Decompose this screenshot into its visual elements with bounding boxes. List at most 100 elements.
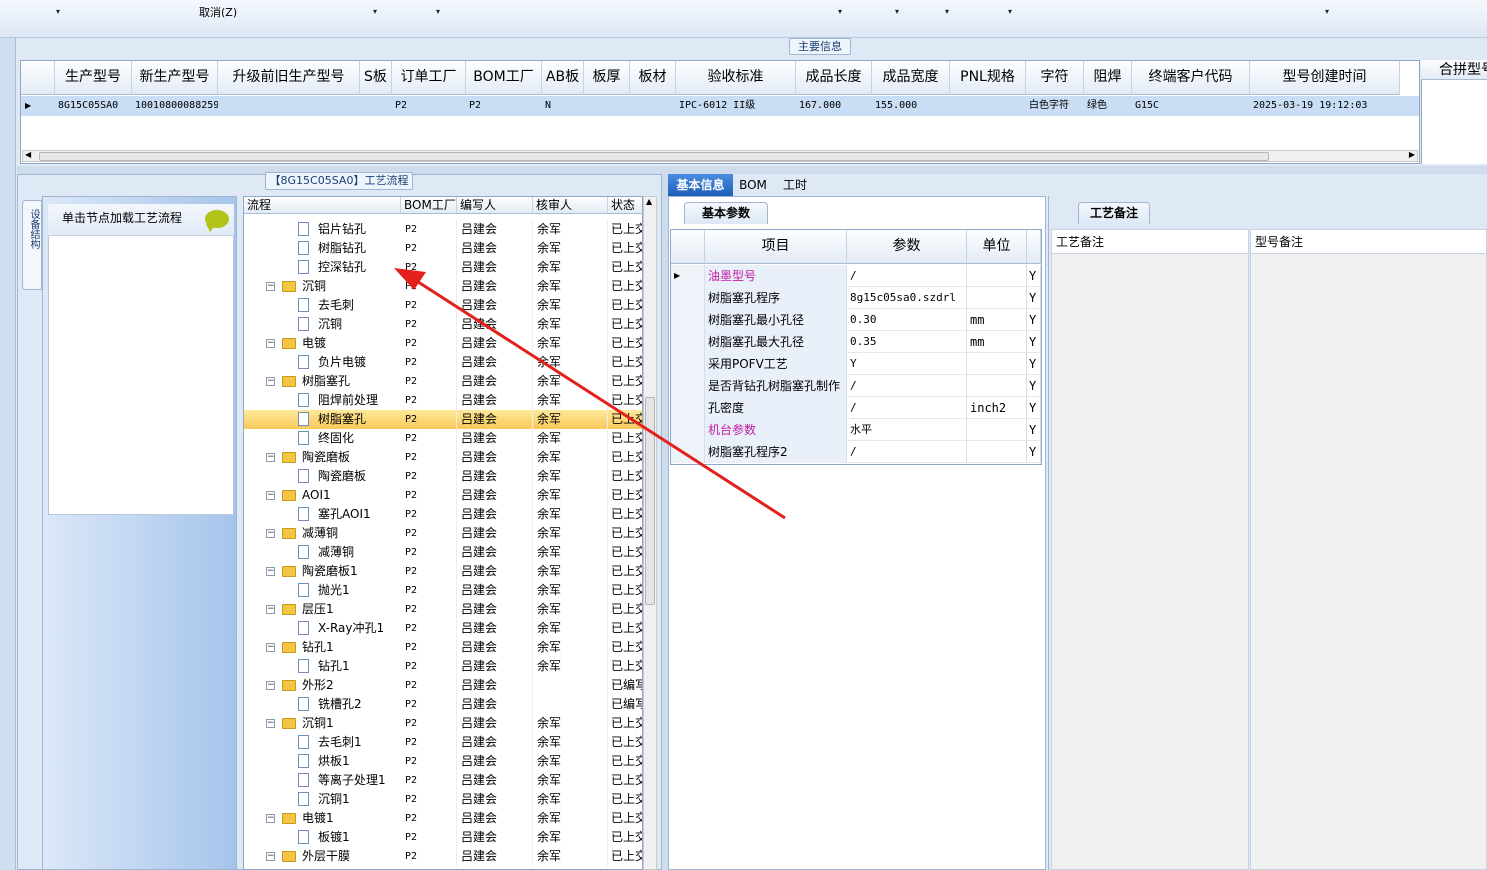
dropdown-arrow-icon[interactable]: ▾ [895,7,899,16]
cell-pnl-spec[interactable] [950,96,1026,116]
column-header-product-length[interactable]: 成品长度 [796,61,872,95]
dropdown-arrow-icon[interactable]: ▾ [436,7,440,16]
cell-acceptance-standard[interactable]: IPC-6012 II级 [676,96,796,116]
model-remarks-box[interactable]: 型号备注 [1250,229,1487,870]
cell-model-created-time[interactable]: 2025-03-19 19:12:03 [1250,96,1400,116]
tree-row[interactable]: 控深钻孔 P2吕建会余军已上交 [244,258,642,277]
tab-bom[interactable]: BOM [735,174,771,196]
param-row[interactable]: 采用POFV工艺 Y Y [671,353,1041,375]
dropdown-arrow-icon[interactable]: ▾ [1325,7,1329,16]
collapse-icon[interactable]: − [266,453,275,462]
collapse-icon[interactable]: − [266,605,275,614]
tree-row[interactable]: − 减薄铜 P2吕建会余军已上交 [244,524,642,543]
param-value[interactable]: 水平 [847,419,967,441]
tree-row[interactable]: 沉铜 P2吕建会余军已上交 [244,315,642,334]
column-header-model-created-time[interactable]: 型号创建时间 [1250,61,1400,95]
column-header-bom-factory[interactable]: BOM工厂 [401,197,457,214]
horizontal-splitter[interactable] [17,166,1487,174]
cell-product-width[interactable]: 155.000 [872,96,950,116]
column-header-flow[interactable]: 流程 [244,197,401,214]
tree-row[interactable]: − 外形2 P2吕建会 已编写 [244,676,642,695]
cell-ab-board[interactable]: N [542,96,584,116]
tree-row[interactable]: 树脂钻孔 P2吕建会余军已上交 [244,239,642,258]
tree-row[interactable]: − 层压1 P2吕建会余军已上交 [244,600,642,619]
tree-row[interactable]: 去毛刺1 P2吕建会余军已上交 [244,733,642,752]
cell-board-material[interactable] [630,96,676,116]
collapse-icon[interactable]: − [266,377,275,386]
cancel-button[interactable]: 取消(Z) [199,4,237,20]
param-row[interactable]: 树脂塞孔最小孔径 0.30 mm Y [671,309,1041,331]
column-header-bom-factory[interactable]: BOM工厂 [466,61,542,95]
tree-row[interactable]: − AOI1 P2吕建会余军已上交 [244,486,642,505]
tree-row[interactable]: − 钻孔1 P2吕建会余军已上交 [244,638,642,657]
column-header-solder-mask[interactable]: 阻焊 [1084,61,1132,95]
collapse-icon[interactable]: − [266,339,275,348]
tree-row[interactable]: 铣槽孔2 P2吕建会 已编写 [244,695,642,714]
dropdown-arrow-icon[interactable]: ▾ [373,7,377,16]
param-row[interactable]: 树脂塞孔程序 8g15c05sa0.szdrl Y [671,287,1041,309]
process-remarks-box[interactable]: 工艺备注 [1051,229,1249,870]
tree-row[interactable]: 烘板1 P2吕建会余军已上交 [244,752,642,771]
param-row[interactable]: 树脂塞孔最大孔径 0.35 mm Y [671,331,1041,353]
column-header-production-model[interactable]: 生产型号 [55,61,132,95]
tree-row[interactable]: 铝片钻孔 P2吕建会余军已上交 [244,220,642,239]
tree-row[interactable]: − 沉铜1 P2吕建会余军已上交 [244,714,642,733]
collapse-icon[interactable]: − [266,491,275,500]
column-header-ab-board[interactable]: AB板 [542,61,584,95]
param-row[interactable]: 树脂塞孔程序2/ Y [671,441,1041,463]
param-value[interactable]: Y [847,353,967,375]
tree-row[interactable]: − 陶瓷磨板 P2吕建会余军已上交 [244,448,642,467]
column-header-order-factory[interactable]: 订单工厂 [392,61,466,95]
column-header-writer[interactable]: 编写人 [457,197,533,214]
scrollbar-thumb[interactable] [645,397,655,605]
cell-character[interactable]: 白色字符 [1026,96,1084,116]
param-row[interactable]: 孔密度 / inch2 Y [671,397,1041,419]
scrollbar-thumb[interactable] [39,152,1269,161]
tree-row[interactable]: 去毛刺 P2吕建会余军已上交 [244,296,642,315]
cell-new-production-model[interactable]: 10010800088259 [132,96,218,116]
column-header-s-board[interactable]: S板 [360,61,392,95]
tree-row[interactable]: X-Ray冲孔1 P2吕建会余军已上交 [244,619,642,638]
tab-basic-info[interactable]: 基本信息 [668,174,733,196]
param-value[interactable]: / [847,397,967,419]
collapse-icon[interactable]: − [266,529,275,538]
cell-production-model[interactable]: 8G15C05SA0 [55,96,132,116]
tree-row[interactable]: 板镀1 P2吕建会余军已上交 [244,828,642,847]
column-header-acceptance-standard[interactable]: 验收标准 [676,61,796,95]
tab-basic-params[interactable]: 基本参数 [684,202,768,224]
cell-bom-factory[interactable]: P2 [466,96,542,116]
dropdown-arrow-icon[interactable]: ▾ [56,7,60,16]
param-value[interactable]: 8g15c05sa0.szdrl [847,287,967,309]
tree-row[interactable]: 负片电镀 P2吕建会余军已上交 [244,353,642,372]
tree-row[interactable]: − 沉铜 P2吕建会余军已上交 [244,277,642,296]
column-header-board-material[interactable]: 板材 [630,61,676,95]
tab-work-hours[interactable]: 工时 [775,174,815,196]
param-row[interactable]: 机台参数 水平 Y [671,419,1041,441]
collapse-icon[interactable]: − [266,852,275,861]
param-row[interactable]: ▶ 油墨型号 / Y [671,265,1041,287]
param-value[interactable]: / [847,441,967,463]
tree-row[interactable]: − 外层干膜 P2吕建会余军已上交 [244,847,642,866]
tree-row[interactable]: 钻孔1 P2吕建会余军已上交 [244,657,642,676]
column-header-customer-code[interactable]: 终端客户代码 [1132,61,1250,95]
cell-product-length[interactable]: 167.000 [796,96,872,116]
tree-row[interactable]: 终固化 P2吕建会余军已上交 [244,429,642,448]
scroll-up-icon[interactable]: ▲ [646,197,652,206]
collapse-icon[interactable]: − [266,814,275,823]
column-header-new-production-model[interactable]: 新生产型号 [132,61,218,95]
tree-row[interactable]: − 陶瓷磨板1 P2吕建会余军已上交 [244,562,642,581]
dropdown-arrow-icon[interactable]: ▾ [945,7,949,16]
param-row[interactable]: 是否背钻孔树脂塞孔制作 / Y [671,375,1041,397]
tree-row[interactable]: 树脂塞孔 P2吕建会余军已上交 [244,410,642,429]
tree-row[interactable]: 塞孔AOI1 P2吕建会余军已上交 [244,505,642,524]
column-header-old-production-model[interactable]: 升级前旧生产型号 [218,61,360,95]
vertical-scrollbar[interactable]: ▲ [643,196,657,870]
collapse-icon[interactable]: − [266,719,275,728]
column-header-pnl-spec[interactable]: PNL规格 [950,61,1026,95]
param-value[interactable]: 0.30 [847,309,967,331]
cell-solder-mask[interactable]: 绿色 [1084,96,1132,116]
tree-row[interactable]: 阻焊前处理 P2吕建会余军已上交 [244,391,642,410]
cell-s-board[interactable] [360,96,392,116]
cell-order-factory[interactable]: P2 [392,96,466,116]
tree-row[interactable]: − 树脂塞孔 P2吕建会余军已上交 [244,372,642,391]
